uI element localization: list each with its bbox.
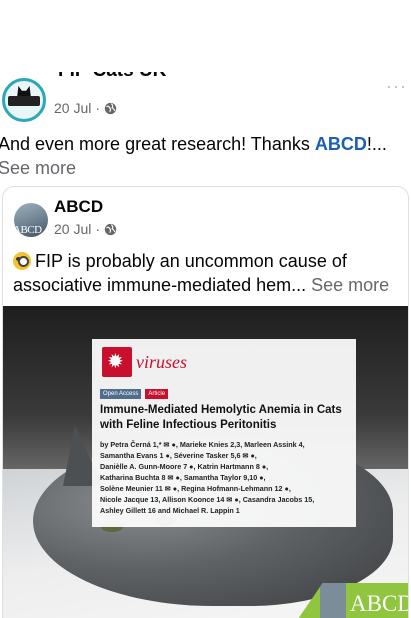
shared-post-text: FIP is probably an uncommon cause of ass… <box>13 249 405 297</box>
authors-line: by Petra Černá 1,* ✉ ●, Marieke Knies 2,… <box>100 440 305 449</box>
mention-abcd-link[interactable]: ABCD <box>315 134 367 154</box>
outer-post-header: FIP Cats UK 20 Jul · ··· <box>0 70 411 126</box>
article-badges: Open Access Article <box>100 389 169 399</box>
logo-cat-square <box>320 583 346 618</box>
authors-line: Nicole Jacque 13, Allison Koonce 14 ✉ ●,… <box>100 495 315 504</box>
outer-see-more-link[interactable]: See more <box>0 158 76 178</box>
watermark-text: ABCD <box>350 591 409 616</box>
shared-page-name[interactable]: ABCD <box>54 197 103 217</box>
separator-dot: · <box>95 100 101 116</box>
authors-line: Samantha Evans 1 ●, Séverine Tasker 5,6 … <box>100 451 257 460</box>
outer-page-name[interactable]: FIP Cats UK <box>58 72 166 86</box>
shared-post-meta: 20 Jul · <box>54 221 117 237</box>
monocle-face-emoji-icon <box>13 252 31 270</box>
article-badge: Article <box>145 389 169 399</box>
post-image[interactable]: viruses Open Access Article Immune-Media… <box>3 306 409 618</box>
page-avatar-fip-cats-uk[interactable] <box>2 78 46 122</box>
shared-post-card[interactable]: ABCD ABCD 20 Jul · FIP is probably an un… <box>2 186 409 618</box>
journal-name: viruses <box>136 351 187 372</box>
shared-post-date[interactable]: 20 Jul <box>54 221 91 237</box>
page-avatar-abcd[interactable]: ABCD <box>14 203 48 237</box>
authors-line: Danièlle A. Gunn-Moore 7 ●, Katrin Hartm… <box>100 462 269 471</box>
outer-post-date[interactable]: 20 Jul <box>54 100 91 116</box>
avatar-text: ABCD <box>14 224 42 236</box>
outer-post-meta: 20 Jul · <box>54 100 117 116</box>
outer-text-before: And even more great research! Thanks <box>0 134 315 154</box>
outer-post-text: And even more great research! Thanks ABC… <box>0 132 409 180</box>
shared-text-body: FIP is probably an uncommon cause of ass… <box>13 251 347 295</box>
globe-icon <box>104 102 117 114</box>
paper-screenshot: viruses Open Access Article Immune-Media… <box>92 339 356 527</box>
outer-text-after: !... <box>366 134 387 154</box>
virus-logo-icon <box>102 347 132 377</box>
shared-see-more-link[interactable]: See more <box>311 275 389 295</box>
logo-banner <box>8 96 40 106</box>
authors-line: Ashley Gillett 16 and Michael R. Lappin … <box>100 506 240 515</box>
open-access-badge: Open Access <box>100 389 142 399</box>
paper-title: Immune-Mediated Hemolytic Anemia in Cats… <box>100 404 342 431</box>
status-spacer <box>0 0 411 70</box>
globe-icon <box>104 223 117 235</box>
paper-authors: by Petra Černá 1,* ✉ ●, Marieke Knies 2,… <box>100 439 352 516</box>
authors-line: Solène Meunier 11 ✉ ●, Regina Hofmann-Le… <box>100 484 291 493</box>
more-options-icon[interactable]: ··· <box>386 76 407 97</box>
separator-dot: · <box>95 221 101 237</box>
authors-line: Katharina Buchta 8 ✉ ●, Samantha Taylor … <box>100 473 266 482</box>
journal-header: viruses <box>102 347 212 377</box>
